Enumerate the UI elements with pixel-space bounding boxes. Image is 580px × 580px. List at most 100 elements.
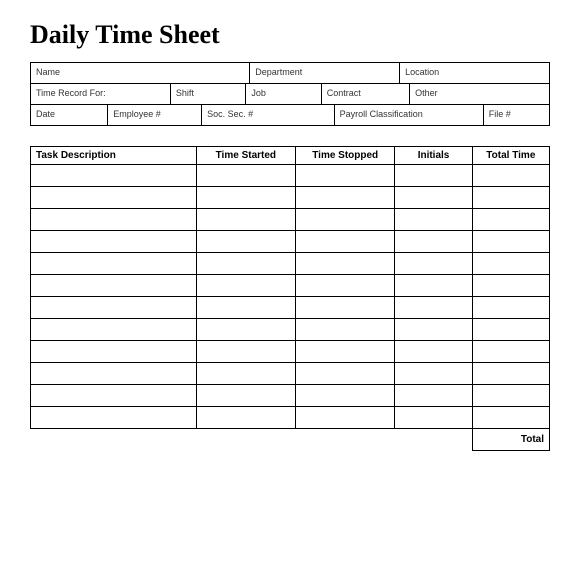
other-cell: Other xyxy=(410,84,549,104)
initials-cell[interactable] xyxy=(395,231,472,253)
job-cell: Job xyxy=(246,84,321,104)
total-cell[interactable] xyxy=(472,297,549,319)
initials-cell[interactable] xyxy=(395,319,472,341)
task-table-header-row: Task Description Time Started Time Stopp… xyxy=(31,147,550,165)
total-cell[interactable] xyxy=(472,231,549,253)
task-desc-cell[interactable] xyxy=(31,407,197,429)
task-desc-cell[interactable] xyxy=(31,363,197,385)
total-cell[interactable] xyxy=(472,363,549,385)
table-row xyxy=(31,209,550,231)
table-row xyxy=(31,231,550,253)
loc-label: Location xyxy=(405,67,439,77)
date-label: Date xyxy=(36,109,55,119)
initials-cell[interactable] xyxy=(395,253,472,275)
time-stopped-cell[interactable] xyxy=(296,363,395,385)
total-cell[interactable] xyxy=(472,187,549,209)
task-desc-cell[interactable] xyxy=(31,187,197,209)
time-stopped-cell[interactable] xyxy=(296,319,395,341)
time-started-cell[interactable] xyxy=(196,165,295,187)
initials-cell[interactable] xyxy=(395,297,472,319)
time-started-cell[interactable] xyxy=(196,407,295,429)
task-desc-cell[interactable] xyxy=(31,165,197,187)
time-stopped-cell[interactable] xyxy=(296,297,395,319)
initials-cell[interactable] xyxy=(395,187,472,209)
payroll-cell: Payroll Classification xyxy=(335,105,484,125)
time-stopped-cell[interactable] xyxy=(296,407,395,429)
time-started-cell[interactable] xyxy=(196,187,295,209)
time-stopped-cell[interactable] xyxy=(296,187,395,209)
time-stopped-cell[interactable] xyxy=(296,165,395,187)
loc-cell: Location xyxy=(400,63,549,83)
header-row-3: Date Employee # Soc. Sec. # Payroll Clas… xyxy=(31,105,549,125)
table-row xyxy=(31,385,550,407)
time-started-cell[interactable] xyxy=(196,385,295,407)
initials-cell[interactable] xyxy=(395,407,472,429)
task-desc-cell[interactable] xyxy=(31,231,197,253)
table-row xyxy=(31,319,550,341)
table-row xyxy=(31,275,550,297)
time-started-cell[interactable] xyxy=(196,209,295,231)
name-label: Name xyxy=(36,67,60,77)
task-desc-cell[interactable] xyxy=(31,275,197,297)
initials-cell[interactable] xyxy=(395,165,472,187)
total-cell[interactable] xyxy=(472,385,549,407)
task-desc-cell[interactable] xyxy=(31,341,197,363)
table-row xyxy=(31,165,550,187)
time-started-cell[interactable] xyxy=(196,363,295,385)
time-started-cell[interactable] xyxy=(196,297,295,319)
time-started-cell[interactable] xyxy=(196,341,295,363)
payroll-label: Payroll Classification xyxy=(340,109,423,119)
time-started-cell[interactable] xyxy=(196,231,295,253)
table-row xyxy=(31,187,550,209)
table-row xyxy=(31,297,550,319)
table-row xyxy=(31,407,550,429)
task-desc-cell[interactable] xyxy=(31,297,197,319)
initials-cell[interactable] xyxy=(395,363,472,385)
initials-cell[interactable] xyxy=(395,209,472,231)
total-cell[interactable] xyxy=(472,275,549,297)
time-stopped-cell[interactable] xyxy=(296,209,395,231)
total-cell[interactable] xyxy=(472,209,549,231)
task-desc-cell[interactable] xyxy=(31,253,197,275)
time-stopped-cell[interactable] xyxy=(296,253,395,275)
time-record-cell: Time Record For: xyxy=(31,84,171,104)
total-cell[interactable] xyxy=(472,165,549,187)
time-stopped-cell[interactable] xyxy=(296,275,395,297)
employee-cell: Employee # xyxy=(108,105,202,125)
total-value-cell: Total xyxy=(472,429,549,451)
time-stopped-cell[interactable] xyxy=(296,341,395,363)
initials-cell[interactable] xyxy=(395,341,472,363)
initials-cell[interactable] xyxy=(395,275,472,297)
time-started-cell[interactable] xyxy=(196,275,295,297)
soc-sec-cell: Soc. Sec. # xyxy=(202,105,335,125)
task-desc-cell[interactable] xyxy=(31,385,197,407)
soc-sec-label: Soc. Sec. # xyxy=(207,109,253,119)
time-started-cell[interactable] xyxy=(196,253,295,275)
task-desc-cell[interactable] xyxy=(31,209,197,231)
time-stopped-cell[interactable] xyxy=(296,385,395,407)
shift-cell: Shift xyxy=(171,84,246,104)
total-time-header: Total Time xyxy=(472,147,549,165)
total-cell[interactable] xyxy=(472,341,549,363)
total-cell[interactable] xyxy=(472,253,549,275)
contract-cell: Contract xyxy=(322,84,410,104)
time-started-header: Time Started xyxy=(196,147,295,165)
time-stopped-cell[interactable] xyxy=(296,231,395,253)
task-table: Task Description Time Started Time Stopp… xyxy=(30,146,550,451)
total-cell[interactable] xyxy=(472,319,549,341)
initials-cell[interactable] xyxy=(395,385,472,407)
initials-header: Initials xyxy=(395,147,472,165)
total-cell[interactable] xyxy=(472,407,549,429)
shift-label: Shift xyxy=(176,88,194,98)
time-stopped-header: Time Stopped xyxy=(296,147,395,165)
total-label: Total xyxy=(521,434,544,445)
time-started-cell[interactable] xyxy=(196,319,295,341)
job-label: Job xyxy=(251,88,266,98)
task-desc-header: Task Description xyxy=(31,147,197,165)
date-cell: Date xyxy=(31,105,108,125)
dept-cell: Department xyxy=(250,63,400,83)
task-desc-cell[interactable] xyxy=(31,319,197,341)
employee-label: Employee # xyxy=(113,109,161,119)
dept-label: Department xyxy=(255,67,302,77)
time-record-label: Time Record For: xyxy=(36,88,106,98)
